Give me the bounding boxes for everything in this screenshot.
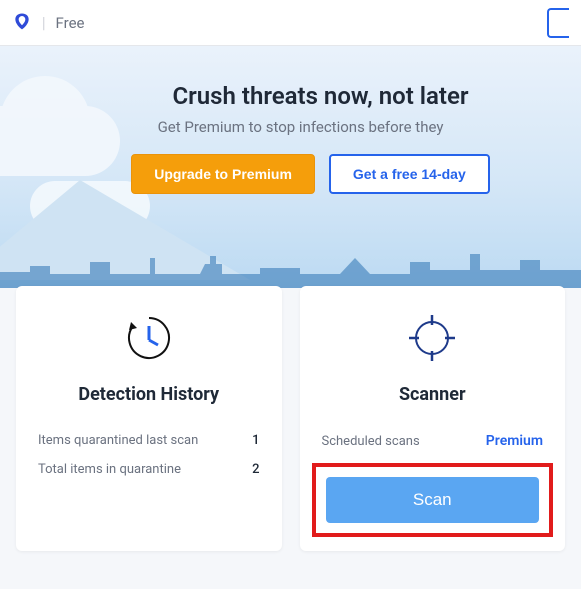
detection-history-card: Detection History Items quarantined last… — [16, 286, 282, 551]
stat-row: Total items in quarantine 2 — [38, 462, 260, 477]
tier-label: Free — [56, 14, 85, 32]
scheduled-scans-premium-link[interactable]: Premium — [486, 433, 543, 449]
upgrade-premium-button[interactable]: Upgrade to Premium — [131, 154, 315, 194]
total-quarantine-label: Total items in quarantine — [38, 462, 181, 477]
crosshair-icon — [406, 312, 458, 368]
scanner-title: Scanner — [322, 384, 544, 405]
scanner-card: Scanner Scheduled scans Premium Scan — [300, 286, 566, 551]
stat-row: Items quarantined last scan 1 — [38, 433, 260, 448]
logo-divider: | — [42, 13, 46, 32]
quarantined-last-scan-value: 1 — [252, 433, 259, 448]
hero-subtitle: Get Premium to stop infections before th… — [20, 118, 581, 136]
hero-banner: Crush threats now, not later Get Premium… — [0, 46, 581, 288]
top-right-button-partial[interactable] — [547, 8, 569, 38]
app-logo-icon — [12, 11, 32, 35]
hero-title: Crush threats now, not later — [60, 82, 581, 110]
scheduled-scans-label: Scheduled scans — [322, 434, 420, 449]
scan-highlight-box: Scan — [312, 463, 554, 537]
quarantined-last-scan-label: Items quarantined last scan — [38, 433, 198, 448]
dashboard-cards: Detection History Items quarantined last… — [0, 286, 581, 551]
stat-row: Scheduled scans Premium — [322, 433, 544, 449]
free-trial-button[interactable]: Get a free 14-day — [329, 154, 490, 194]
total-quarantine-value: 2 — [252, 462, 259, 477]
skyline-decoration — [0, 244, 581, 288]
detection-history-title: Detection History — [38, 384, 260, 405]
history-clock-icon — [123, 312, 175, 368]
scan-button[interactable]: Scan — [326, 477, 540, 523]
top-bar: | Free — [0, 0, 581, 46]
